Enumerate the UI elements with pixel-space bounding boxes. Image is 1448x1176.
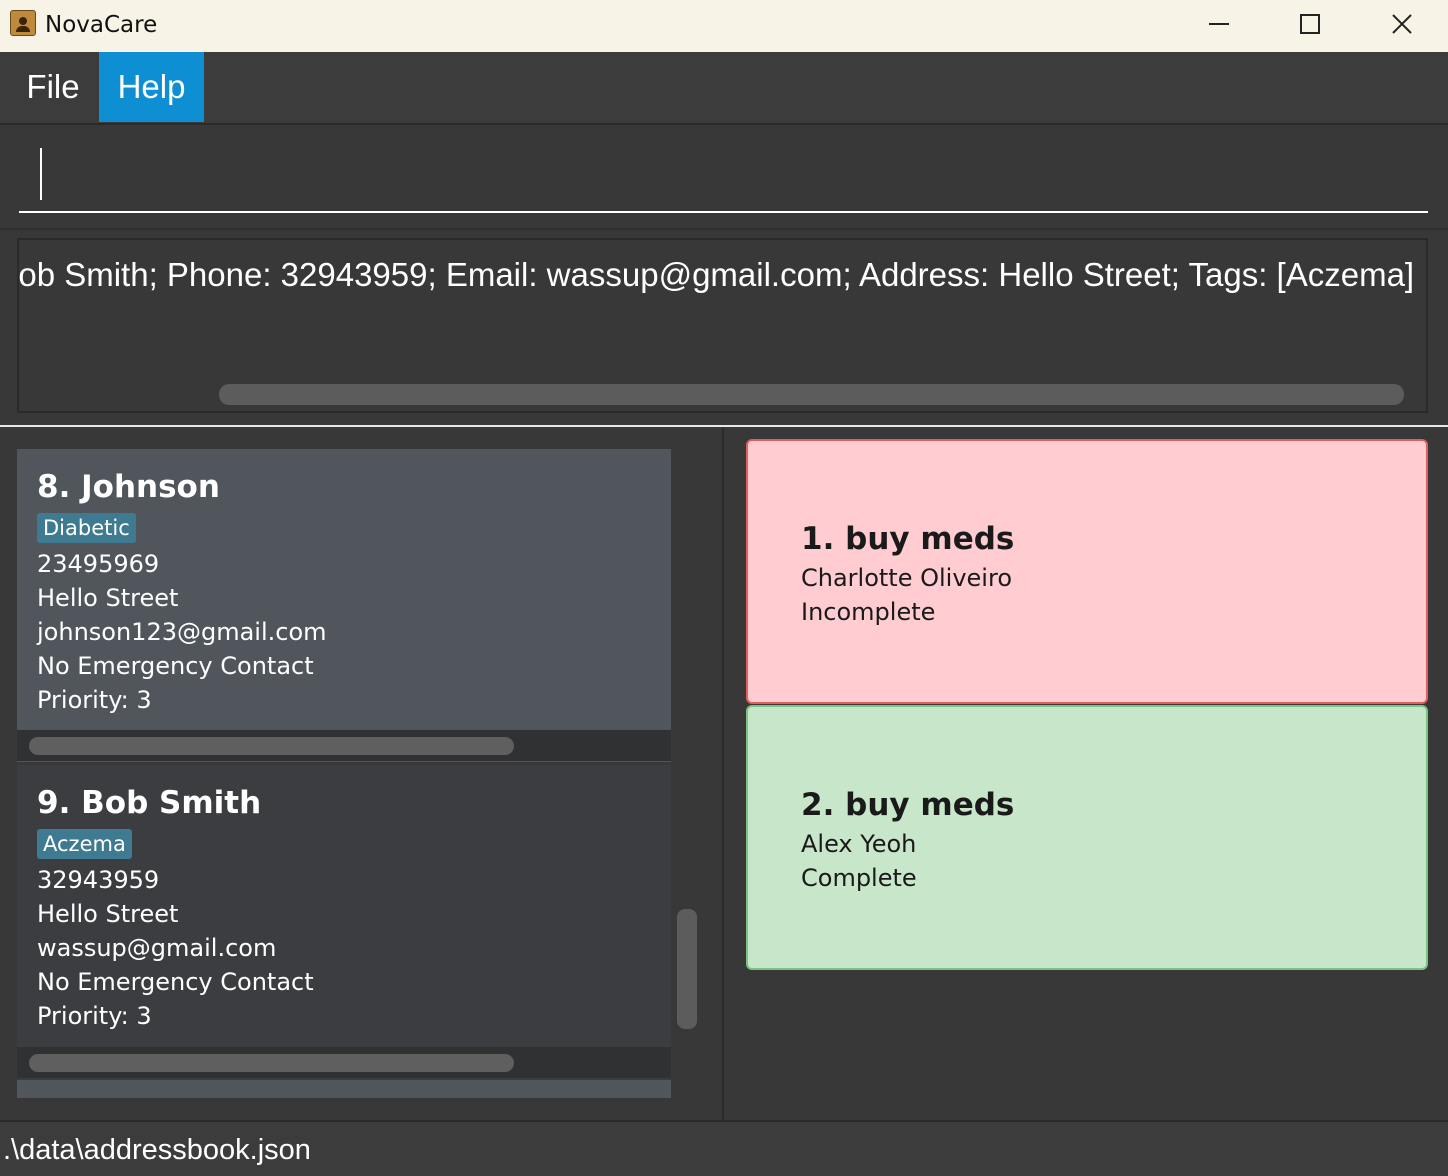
- section-divider: [0, 425, 1448, 427]
- patient-card[interactable]: 8. Johnson Diabetic 23495969 Hello Stree…: [17, 449, 671, 762]
- status-bar: .\data\addressbook.json: [0, 1120, 1448, 1176]
- result-horizontal-scrollbar[interactable]: [219, 384, 1404, 405]
- scrollbar-thumb[interactable]: [29, 1054, 514, 1072]
- patient-address: Hello Street: [37, 900, 179, 928]
- patient-phone: 23495969: [37, 550, 160, 578]
- minimize-button[interactable]: [1173, 0, 1265, 48]
- patient-emergency-contact: No Emergency Contact: [37, 652, 314, 680]
- close-icon: [1392, 14, 1412, 34]
- task-status: Complete: [801, 864, 917, 892]
- data-file-path: .\data\addressbook.json: [3, 1134, 311, 1166]
- task-title: 1. buy meds: [801, 521, 1015, 557]
- window-title: NovaCare: [45, 12, 158, 38]
- patient-card[interactable]: 9. Bob Smith Aczema 32943959 Hello Stree…: [17, 765, 671, 1098]
- menu-help[interactable]: Help: [99, 52, 204, 122]
- command-area: [0, 125, 1448, 230]
- patient-email: johnson123@gmail.com: [37, 618, 327, 646]
- contact-book-icon: [10, 10, 36, 36]
- result-text: : Bob Smith; Phone: 32943959; Email: was…: [17, 256, 1415, 293]
- command-input[interactable]: [19, 137, 1428, 213]
- title-bar: NovaCare: [0, 0, 1448, 52]
- scrollbar-thumb[interactable]: [29, 737, 514, 755]
- card-horizontal-scrollbar[interactable]: [17, 730, 671, 761]
- task-title: 2. buy meds: [801, 787, 1015, 823]
- task-list[interactable]: 1. buy meds Charlotte Oliveiro Incomplet…: [724, 428, 1448, 1120]
- patient-list[interactable]: 8. Johnson Diabetic 23495969 Hello Stree…: [0, 428, 722, 1120]
- maximize-icon: [1300, 14, 1320, 34]
- task-card-incomplete[interactable]: 1. buy meds Charlotte Oliveiro Incomplet…: [746, 439, 1428, 704]
- patient-tag: Aczema: [37, 829, 132, 859]
- next-card-edge: [17, 1080, 671, 1098]
- patient-address: Hello Street: [37, 584, 179, 612]
- minimize-icon: [1209, 23, 1229, 25]
- task-card-complete[interactable]: 2. buy meds Alex Yeoh Complete: [746, 705, 1428, 970]
- task-status: Incomplete: [801, 598, 936, 626]
- close-button[interactable]: [1356, 0, 1448, 48]
- patient-priority: Priority: 3: [37, 686, 152, 714]
- patient-tag: Diabetic: [37, 513, 136, 543]
- patient-emergency-contact: No Emergency Contact: [37, 968, 314, 996]
- patient-phone: 32943959: [37, 866, 160, 894]
- patient-priority: Priority: 3: [37, 1002, 152, 1030]
- menu-file[interactable]: File: [14, 52, 92, 122]
- patient-name: 8. Johnson: [37, 469, 220, 505]
- maximize-button[interactable]: [1264, 0, 1356, 48]
- text-caret: [40, 148, 42, 200]
- result-display[interactable]: : Bob Smith; Phone: 32943959; Email: was…: [17, 238, 1428, 413]
- menu-bar: File Help: [0, 52, 1448, 125]
- patient-name: 9. Bob Smith: [37, 785, 262, 821]
- card-horizontal-scrollbar[interactable]: [17, 1047, 671, 1078]
- list-vertical-scrollbar[interactable]: [677, 909, 697, 1029]
- task-patient: Charlotte Oliveiro: [801, 564, 1012, 592]
- patient-email: wassup@gmail.com: [37, 934, 277, 962]
- task-patient: Alex Yeoh: [801, 830, 917, 858]
